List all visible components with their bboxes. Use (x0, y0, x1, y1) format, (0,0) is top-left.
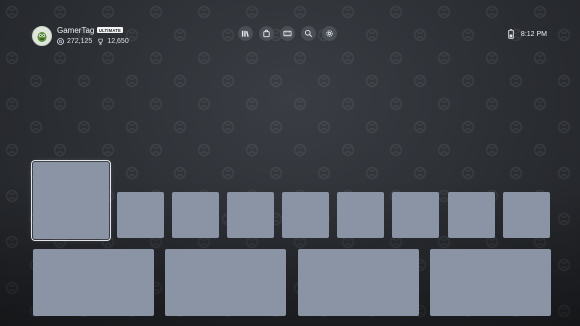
search-button[interactable] (301, 26, 316, 41)
store-icon (263, 29, 270, 38)
top-toolbar (238, 26, 343, 41)
search-icon (304, 29, 313, 38)
featured-tile[interactable] (430, 249, 551, 316)
pinned-tile[interactable] (282, 192, 329, 238)
gamerscore-stat: G 272,125 (57, 38, 92, 45)
rewards-value: 12,650 (107, 37, 129, 45)
gamerscore-icon: G (57, 37, 64, 45)
profile-card[interactable]: GamerTag ULTIMATE G 272,125 12,650 (32, 25, 134, 46)
store-button[interactable] (259, 26, 274, 41)
clock-time: 8:12 PM (520, 30, 547, 38)
pinned-tile[interactable] (172, 192, 219, 238)
gear-icon (326, 30, 333, 37)
featured-tile[interactable] (298, 249, 419, 316)
svg-text:G: G (59, 39, 62, 44)
gamertag-label: GamerTag (57, 25, 95, 35)
featured-tile[interactable] (33, 249, 154, 316)
profile-info: GamerTag ULTIMATE G 272,125 12,650 (57, 25, 134, 46)
pinned-tile-focused[interactable] (30, 159, 112, 242)
featured-tile[interactable] (165, 249, 286, 316)
pinned-tile[interactable] (503, 192, 550, 238)
status-area: 8:12 PM (508, 29, 547, 39)
rewards-trophy-icon (98, 38, 103, 45)
pinned-tile[interactable] (227, 192, 274, 238)
pinned-tile[interactable] (117, 192, 164, 238)
pinned-tile[interactable] (448, 192, 495, 238)
avatar-icon (32, 25, 52, 46)
settings-button[interactable] (322, 26, 337, 41)
gamerscore-value: 272,125 (67, 37, 93, 45)
library-icon (241, 30, 249, 37)
guide-icon (283, 30, 292, 37)
rewards-stat: 12,650 (97, 37, 129, 45)
pinned-tile[interactable] (392, 192, 439, 238)
membership-badge: ULTIMATE (97, 27, 123, 33)
library-button[interactable] (238, 26, 253, 41)
guide-button[interactable] (280, 26, 295, 41)
pinned-tile[interactable] (337, 192, 384, 238)
controller-battery-icon (508, 29, 514, 39)
